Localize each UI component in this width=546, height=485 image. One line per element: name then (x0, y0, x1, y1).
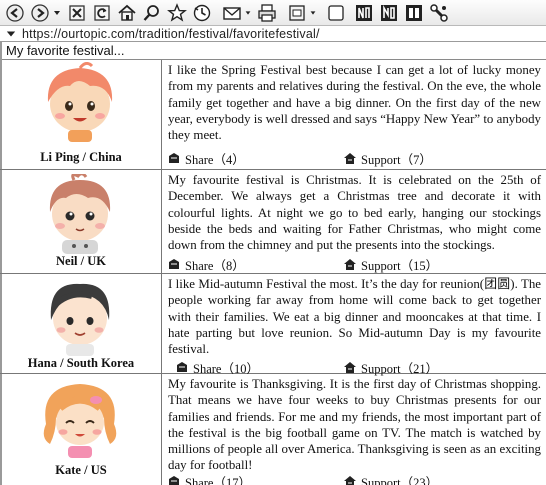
post-body: I like Mid-autumn Festival the most. It’… (168, 276, 541, 376)
support-icon (344, 153, 356, 164)
window-icon[interactable] (325, 3, 347, 23)
history-icon[interactable] (191, 3, 213, 23)
post-actions: Share（17） Support（23） (168, 472, 541, 485)
post-actions: Share（4） Support（7） (168, 149, 541, 168)
post-text: I like the Spring Festival best because … (168, 63, 541, 143)
stop-icon[interactable] (66, 3, 88, 23)
post-item: Neil / UK My favourite festival is Chris… (0, 170, 546, 274)
support-count: Support（23） (361, 476, 439, 485)
dropdown-arrow-icon[interactable] (52, 3, 62, 23)
page-title: My favorite festival... (0, 42, 546, 60)
home-icon[interactable] (116, 3, 138, 23)
post-item: Li Ping / China I like the Spring Festiv… (0, 60, 546, 170)
share-count: Share（4） (185, 153, 245, 167)
support-button[interactable]: Support（23） (344, 472, 438, 485)
dropdown-arrow-icon[interactable] (244, 3, 252, 23)
address-dropdown-icon[interactable] (4, 26, 18, 42)
support-count: Support（15） (361, 259, 439, 273)
post-item: Hana / South Korea I like Mid-autumn Fes… (0, 274, 546, 376)
address-bar[interactable]: https://ourtopic.com/tradition/festival/… (0, 26, 546, 42)
post-body: My favourite is Thanksgiving. It is the … (168, 376, 541, 485)
share-icon (169, 153, 179, 163)
share-button[interactable]: Share（4） (168, 149, 245, 168)
share-button[interactable]: Share（8） (168, 255, 245, 274)
translate-icon[interactable] (353, 3, 375, 23)
refresh-icon[interactable] (91, 3, 113, 23)
post-author-column: Kate / US (0, 374, 162, 485)
support-icon (344, 259, 356, 270)
support-button[interactable]: Support（7） (344, 149, 432, 168)
favorites-icon[interactable] (166, 2, 188, 23)
avatar (50, 283, 110, 356)
forward-icon[interactable] (29, 3, 51, 23)
post-body: My favourite festival is Christmas. It i… (168, 172, 541, 273)
avatar (43, 384, 117, 458)
back-icon[interactable] (4, 3, 26, 23)
tools-icon[interactable] (428, 3, 450, 23)
post-text: I like Mid-autumn Festival the most. It’… (168, 277, 541, 357)
post-text: My favourite festival is Christmas. It i… (168, 173, 541, 253)
image-icon[interactable] (378, 3, 400, 23)
post-actions: Share（10） Support（21） (168, 358, 541, 376)
post-item: Kate / US My favourite is Thanksgiving. … (0, 374, 546, 485)
post-body: I like the Spring Festival best because … (168, 62, 541, 167)
share-button[interactable]: Share（17） (168, 472, 251, 485)
browser-toolbar (0, 0, 546, 26)
post-text: My favourite is Thanksgiving. It is the … (168, 377, 541, 473)
post-author-column: Neil / UK (0, 170, 162, 273)
post-author: Kate / US (55, 463, 107, 477)
address-url[interactable]: https://ourtopic.com/tradition/festival/… (22, 27, 320, 41)
page-icon[interactable] (286, 3, 308, 23)
post-author: Hana / South Korea (27, 356, 135, 370)
post-author-column: Hana / South Korea (0, 274, 162, 373)
share-count: Share（17） (185, 476, 251, 485)
share-icon (169, 476, 179, 485)
post-author: Neil / UK (56, 254, 106, 268)
search-icon[interactable] (141, 3, 163, 23)
support-count: Support（7） (361, 153, 432, 167)
share-icon (177, 362, 187, 372)
mail-icon[interactable] (221, 3, 243, 23)
avatar (49, 174, 111, 254)
post-author-column: Li Ping / China (0, 60, 162, 169)
post-actions: Share（8） Support（15） (168, 255, 541, 274)
share-icon (169, 259, 179, 269)
print-icon[interactable] (256, 3, 278, 23)
support-icon (344, 362, 356, 373)
avatar (47, 62, 113, 142)
share-count: Share（8） (185, 259, 245, 273)
support-button[interactable]: Support（15） (344, 255, 438, 274)
post-author: Li Ping / China (40, 150, 122, 164)
support-icon (344, 476, 356, 485)
media-icon[interactable] (403, 3, 425, 23)
dropdown-arrow-icon[interactable] (309, 3, 317, 23)
